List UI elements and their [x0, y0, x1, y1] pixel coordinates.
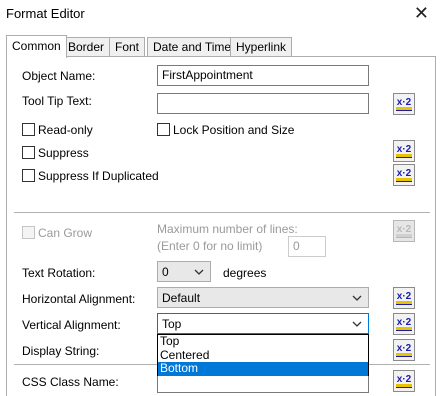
tab-font[interactable]: Font	[109, 37, 146, 56]
svg-text:x·2: x·2	[397, 291, 412, 302]
suppress-checkbox[interactable]	[22, 146, 35, 159]
formula-icon: x·2	[393, 287, 415, 309]
svg-text:x·2: x·2	[397, 343, 412, 354]
suppress-if-duplicated-label: Suppress If Duplicated	[38, 169, 159, 183]
read-only-label: Read-only	[38, 123, 93, 137]
horizontal-alignment-label: Horizontal Alignment:	[22, 292, 136, 306]
section-divider	[14, 212, 430, 213]
vertical-alignment-dropdown-list: Top Centered Bottom	[157, 334, 369, 376]
formula-icon: x·2	[393, 140, 415, 162]
option-top[interactable]: Top	[158, 335, 368, 349]
max-lines-hint: (Enter 0 for no limit)	[157, 239, 263, 253]
formula-icon: x·2	[393, 220, 415, 242]
text-rotation-select[interactable]: 0	[157, 261, 211, 282]
svg-text:x·2: x·2	[397, 317, 412, 328]
object-name-field[interactable]: FirstAppointment	[157, 65, 369, 86]
vertical-alignment-formula-button[interactable]: x·2	[393, 313, 415, 335]
option-centered[interactable]: Centered	[158, 348, 368, 363]
css-class-name-label: CSS Class Name:	[22, 375, 119, 389]
tooltip-text-field[interactable]	[157, 93, 369, 114]
suppress-dup-formula-button[interactable]: x·2	[393, 164, 415, 186]
formula-icon: x·2	[393, 93, 415, 115]
horizontal-alignment-select[interactable]: Default	[157, 287, 369, 308]
can-grow-label: Can Grow	[38, 226, 93, 240]
tab-border[interactable]: Border	[62, 37, 111, 56]
vertical-alignment-select[interactable]: Top	[157, 313, 369, 334]
degrees-label: degrees	[223, 266, 267, 280]
formula-icon: x·2	[393, 339, 415, 361]
read-only-checkbox[interactable]	[22, 123, 35, 136]
formula-icon: x·2	[393, 313, 415, 335]
tooltip-text-label: Tool Tip Text:	[22, 94, 92, 108]
chevron-down-icon	[352, 295, 362, 301]
horizontal-alignment-formula-button[interactable]: x·2	[393, 287, 415, 309]
formula-icon: x·2	[393, 370, 415, 392]
suppress-if-duplicated-checkbox[interactable]	[22, 169, 35, 182]
close-icon[interactable]: ✕	[414, 3, 429, 23]
css-class-formula-button[interactable]: x·2	[393, 370, 415, 392]
horizontal-alignment-value: Default	[162, 291, 201, 305]
window-title: Format Editor	[6, 6, 85, 21]
vertical-alignment-label: Vertical Alignment:	[22, 318, 121, 332]
suppress-label: Suppress	[38, 146, 89, 160]
svg-text:x·2: x·2	[397, 374, 412, 385]
tab-date-and-time[interactable]: Date and Time	[147, 37, 238, 56]
can-grow-checkbox[interactable]	[22, 226, 35, 239]
lock-position-checkbox[interactable]	[157, 123, 170, 136]
svg-text:x·2: x·2	[397, 97, 412, 108]
max-lines-field[interactable]: 0	[288, 236, 326, 257]
display-string-formula-button[interactable]: x·2	[393, 339, 415, 361]
can-grow-formula-button[interactable]: x·2	[393, 220, 415, 242]
tab-common[interactable]: Common	[6, 35, 67, 58]
vertical-alignment-value: Top	[162, 317, 182, 331]
formula-icon: x·2	[393, 164, 415, 186]
display-string-label: Display String:	[22, 344, 100, 358]
svg-text:x·2: x·2	[397, 168, 412, 179]
text-rotation-label: Text Rotation:	[22, 266, 96, 280]
svg-text:x·2: x·2	[397, 224, 412, 235]
tab-strip: Common Border Font Date and Time Hyperli…	[6, 35, 436, 58]
svg-text:x·2: x·2	[397, 144, 412, 155]
chevron-down-icon	[352, 321, 362, 327]
max-lines-label: Maximum number of lines:	[157, 222, 298, 236]
suppress-formula-button[interactable]: x·2	[393, 140, 415, 162]
title-bar: Format Editor ✕	[0, 0, 441, 30]
text-rotation-value: 0	[162, 265, 169, 279]
lock-position-label: Lock Position and Size	[173, 123, 295, 137]
object-name-label: Object Name:	[22, 69, 96, 83]
chevron-down-icon	[194, 269, 204, 275]
tab-hyperlink[interactable]: Hyperlink	[230, 37, 293, 56]
option-bottom[interactable]: Bottom	[158, 362, 368, 376]
tooltip-formula-button[interactable]: x·2	[393, 93, 415, 115]
